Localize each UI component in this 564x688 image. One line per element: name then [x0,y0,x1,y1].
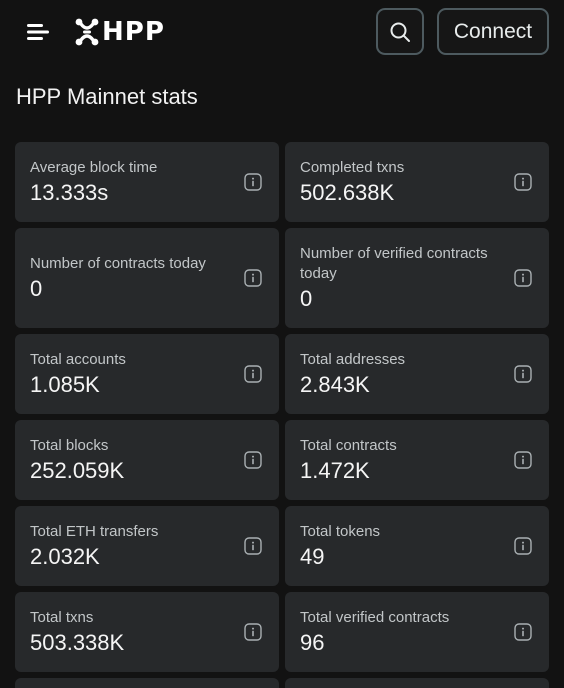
info-icon[interactable] [514,269,532,287]
stat-label: Total txns [30,608,94,626]
logo-text: HPP [102,17,165,47]
stat-card-total-txns: Total txns 503.338K [15,592,279,672]
stat-card-total-contracts: Total contracts 1.472K [285,420,549,500]
top-bar: HPP Connect [0,0,564,64]
search-button[interactable] [376,8,424,55]
stat-card-total-tokens: Total tokens 49 [285,506,549,586]
info-icon[interactable] [244,173,262,191]
info-icon[interactable] [514,537,532,555]
stat-value: 2.032K [30,543,100,569]
info-icon[interactable] [244,269,262,287]
stat-label: Total addresses [300,350,406,368]
logo[interactable]: HPP [74,15,165,49]
stat-card-total-eth-transfers: Total ETH transfers 2.032K [15,506,279,586]
stat-value: 96 [300,629,325,655]
stat-card-contracts-today: Number of contracts today 0 [15,228,279,328]
stat-value: 0 [30,275,43,301]
stat-label: Completed txns [300,158,405,176]
stat-value: 252.059K [30,457,125,483]
stat-value: 2.843K [300,371,370,397]
stat-value: 0 [300,285,313,311]
logo-mark-icon [75,18,99,46]
stat-card-total-addresses: Total addresses 2.843K [285,334,549,414]
info-icon[interactable] [244,537,262,555]
stat-value: 49 [300,543,325,569]
connect-button[interactable]: Connect [437,8,549,55]
stat-card-average-block-time: Average block time 13.333s [15,142,279,222]
info-icon[interactable] [514,173,532,191]
search-icon [390,22,410,42]
stat-label: Average block time [30,158,158,176]
stat-label: Total ETH transfers [30,522,159,540]
menu-icon[interactable] [24,18,54,46]
page-title: HPP Mainnet stats [16,84,198,109]
stat-label: Total blocks [30,436,109,454]
stat-value: 503.338K [30,629,125,655]
stat-label: Number of verified contracts today [300,244,488,282]
stats-grid: Average block time 13.333s Completed txn… [15,142,549,688]
stat-value: 13.333s [30,179,109,205]
stat-card-completed-txns: Completed txns 502.638K [285,142,549,222]
stat-label: Number of contracts today [30,254,206,272]
stat-card-total-verified-contracts: Total verified contracts 96 [285,592,549,672]
info-icon[interactable] [244,623,262,641]
stat-label: Total tokens [300,522,381,540]
stat-label: Total accounts [30,350,126,368]
info-icon[interactable] [244,365,262,383]
info-icon[interactable] [514,365,532,383]
info-icon[interactable] [514,451,532,469]
stat-card-total-blocks: Total blocks 252.059K [15,420,279,500]
stat-card-total-accounts: Total accounts 1.085K [15,334,279,414]
stat-label: Total verified contracts [300,608,450,626]
info-icon[interactable] [244,451,262,469]
stat-card-verified-contracts-today: Number of verified contracts today 0 [285,228,549,328]
stat-value: 1.472K [300,457,370,483]
stat-value: 502.638K [300,179,395,205]
stat-label: Total contracts [300,436,397,454]
stat-value: 1.085K [30,371,100,397]
info-icon[interactable] [514,623,532,641]
